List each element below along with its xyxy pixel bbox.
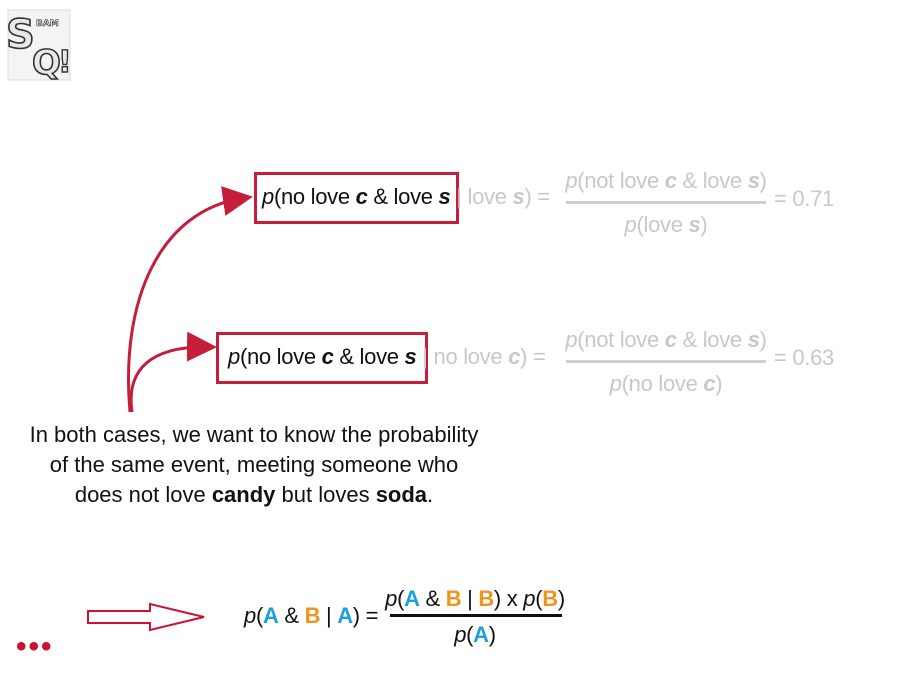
eq2-left: p(no love c & love s | no love c) = [228,344,546,369]
caption-line-2: of the same event, meeting someone who [49,452,459,477]
eq1-result: = 0.71 [774,186,834,211]
arrow-to-eq2 [129,331,217,413]
caption-text: In both cases, we want to know the proba… [14,420,494,510]
bayes-numerator: p(A & B | B) x p(B) [385,586,565,611]
eq2-fraction-bar [566,360,766,363]
caption-line-1: In both cases, we want to know the proba… [29,422,479,447]
eq1-numerator: p(not love c & love s) [565,168,767,193]
eq2-denominator: p(no love c) [609,371,723,396]
caption-line-3: does not love candy but loves soda. [74,482,434,507]
bayes-denominator: p(A) [454,622,496,647]
eq1-fraction-bar [566,201,766,204]
bayes-fraction-bar [390,614,562,617]
hollow-arrow-icon [87,602,205,632]
eq2-result: = 0.63 [774,345,834,370]
eq1-left: p(no love c & love s | love s) = [262,184,550,209]
more-dots[interactable]: ••• [16,630,54,664]
eq1-denominator: p(love s) [624,212,708,237]
eq2-numerator: p(not love c & love s) [565,327,767,352]
bayes-lhs: p(A & B | A) = [244,603,379,628]
